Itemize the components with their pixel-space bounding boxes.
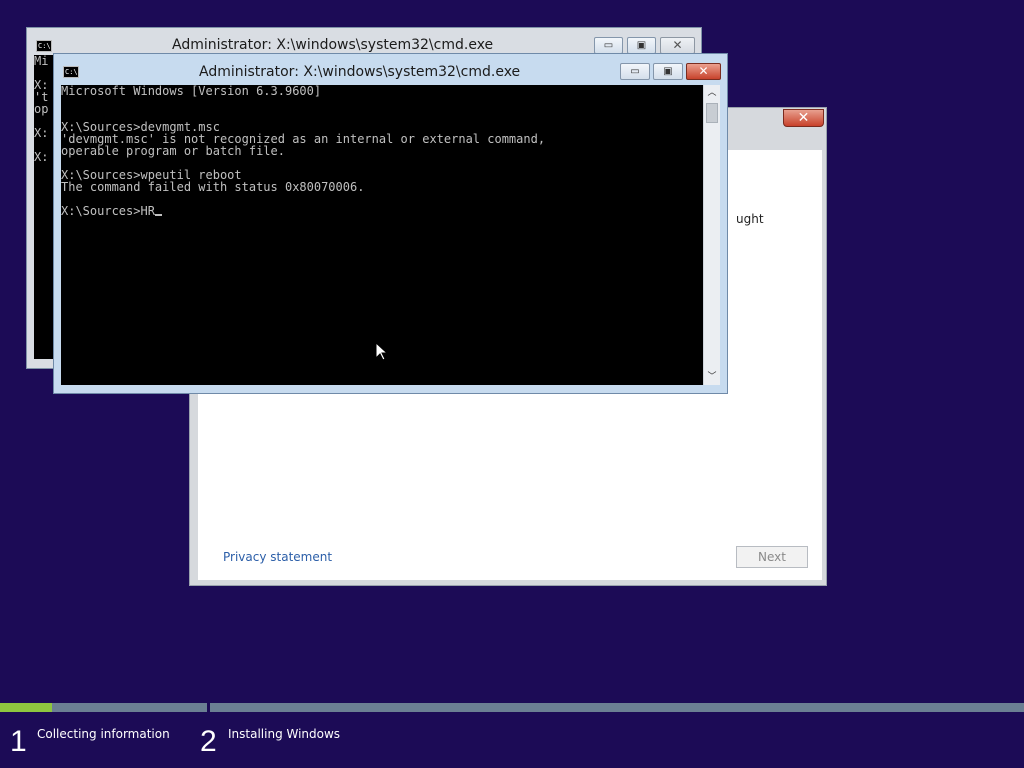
- scroll-thumb[interactable]: [706, 103, 718, 123]
- console-line: The command failed with status 0x8007000…: [61, 180, 365, 194]
- step-label: Installing Windows: [228, 727, 341, 741]
- text-cursor: [154, 214, 162, 216]
- mouse-pointer-icon: [376, 343, 388, 361]
- progress-step1-track: [0, 703, 207, 712]
- console-line: op: [34, 102, 49, 116]
- scroll-down-icon[interactable]: ﹀: [704, 369, 720, 385]
- maximize-button[interactable]: ▣: [653, 63, 683, 80]
- console-line: Mi: [34, 55, 49, 68]
- console-output[interactable]: Microsoft Windows [Version 6.3.9600] X:\S…: [61, 85, 703, 385]
- next-button[interactable]: Next: [736, 546, 808, 568]
- window-title: Administrator: X:\windows\system32\cmd.e…: [199, 64, 521, 80]
- setup-progress-bar: [0, 703, 1024, 712]
- minimize-button[interactable]: ▭: [620, 63, 650, 80]
- vertical-scrollbar[interactable]: ︿ ﹀: [703, 85, 720, 385]
- minimize-button[interactable]: ▭: [594, 37, 623, 54]
- step-number: 2: [200, 725, 217, 758]
- close-button[interactable]: ✕: [660, 37, 695, 54]
- console-line: X:: [34, 150, 49, 164]
- maximize-button[interactable]: ▣: [627, 37, 656, 54]
- console-line: operable program or batch file.: [61, 144, 285, 158]
- partial-text: ught: [736, 212, 764, 226]
- cmd-icon: C:\: [36, 40, 52, 52]
- privacy-statement-link[interactable]: Privacy statement: [223, 550, 332, 564]
- progress-step1-fill: [0, 703, 52, 712]
- console-line: X:: [34, 126, 49, 140]
- cmd-window-front[interactable]: C:\ Administrator: X:\windows\system32\c…: [53, 53, 728, 394]
- console-line: Microsoft Windows [Version 6.3.9600]: [61, 85, 322, 98]
- console-line: X:\Sources>HR: [61, 205, 703, 217]
- cmd-icon: C:\: [63, 66, 79, 78]
- step-number: 1: [10, 725, 27, 758]
- close-button[interactable]: ✕: [686, 63, 721, 80]
- setup-close-button[interactable]: ✕: [783, 109, 824, 127]
- progress-step2-track: [210, 703, 1024, 712]
- console-output[interactable]: Mi X:'t op X: X:: [34, 55, 54, 359]
- scroll-up-icon[interactable]: ︿: [704, 85, 720, 101]
- window-title: Administrator: X:\windows\system32\cmd.e…: [172, 37, 494, 53]
- step-label: Collecting information: [37, 727, 170, 741]
